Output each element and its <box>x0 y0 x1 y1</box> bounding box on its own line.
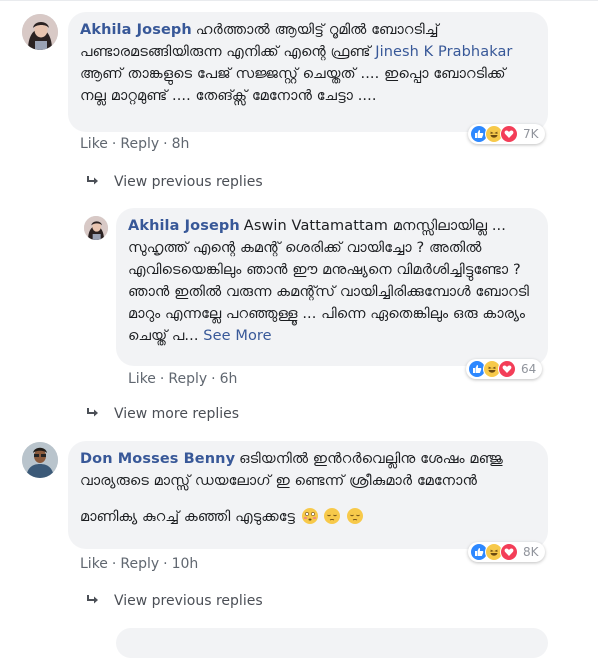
timestamp[interactable]: 10h <box>172 556 199 572</box>
reply-bubble: Akhila Joseph Aswin Vattamattam മനസ്സിലായ… <box>116 208 548 366</box>
view-more-replies[interactable]: View more replies <box>86 406 239 422</box>
comment-author[interactable]: Akhila Joseph <box>80 22 192 38</box>
comment-text: മാണിക്യ കുറച്ച് കഞ്ഞി എടുക്കട്ടേ <box>80 509 296 525</box>
avatar[interactable] <box>22 14 58 50</box>
next-reply-bubble-partial <box>116 628 548 658</box>
see-more-link[interactable]: See More <box>203 328 271 344</box>
view-more-replies-label[interactable]: View more replies <box>114 406 239 422</box>
dot-separator: · <box>111 556 117 572</box>
mention-link[interactable]: Jinesh K Prabhakar <box>375 44 512 60</box>
love-reaction-icon <box>500 125 518 143</box>
dot-separator: · <box>163 556 168 572</box>
comment-actions: Like · Reply · 8h <box>80 136 189 152</box>
avatar[interactable] <box>22 442 58 478</box>
comment-text: ആണ് താങ്കളുടെ പേജ് സജ്ജസ്റ്റ് ചെയ്തത് ..… <box>80 66 506 104</box>
view-previous-replies[interactable]: View previous replies <box>86 174 263 190</box>
avatar[interactable] <box>84 216 108 240</box>
reaction-summary[interactable]: 64 <box>466 359 543 379</box>
love-reaction-icon <box>500 543 518 561</box>
reaction-summary[interactable]: 7K <box>468 124 545 144</box>
reaction-summary[interactable]: 8K <box>468 542 545 562</box>
comment-text: മനസ്സിലായില്ല ... സുഹൃത്ത് എന്റെ കമന്റ് … <box>128 218 529 344</box>
mention-text[interactable]: Aswin Vattamattam <box>244 218 388 234</box>
reaction-count: 7K <box>523 127 539 141</box>
dot-separator: · <box>159 371 165 387</box>
top-divider <box>0 0 598 1</box>
like-link[interactable]: Like <box>128 371 156 387</box>
dot-separator: · <box>163 136 168 152</box>
avatar-photo-icon <box>84 216 108 240</box>
comment-actions: Like · Reply · 6h <box>128 371 237 387</box>
view-previous-replies[interactable]: View previous replies <box>86 593 263 609</box>
comment-bubble: Don Mosses Benny ഒടിയനിൽ ഇൻറർവെല്ലിനു ശേഷ… <box>68 441 548 549</box>
pensive-face-icon <box>347 508 364 524</box>
view-previous-replies-label[interactable]: View previous replies <box>114 593 263 609</box>
like-link[interactable]: Like <box>80 556 108 572</box>
reply-arrow-icon <box>87 408 98 417</box>
timestamp[interactable]: 6h <box>220 371 238 387</box>
reply-link[interactable]: Reply <box>120 556 159 572</box>
reply-arrow-icon <box>87 595 98 604</box>
timestamp[interactable]: 8h <box>172 136 190 152</box>
reply-arrow-icon <box>87 176 98 185</box>
dot-separator: · <box>211 371 216 387</box>
view-previous-replies-label[interactable]: View previous replies <box>114 174 263 190</box>
reaction-count: 8K <box>523 545 539 559</box>
love-reaction-icon <box>498 360 516 378</box>
avatar-photo-icon <box>22 14 58 50</box>
dot-separator: · <box>111 136 117 152</box>
comment-bubble: Akhila Joseph ഹർത്താൽ ആയിട്ട് റൂമിൽ ബോറടി… <box>68 12 548 132</box>
pensive-face-icon <box>324 508 341 524</box>
comment-author[interactable]: Akhila Joseph <box>128 218 240 234</box>
like-link[interactable]: Like <box>80 136 108 152</box>
reply-link[interactable]: Reply <box>168 371 207 387</box>
comment-author[interactable]: Don Mosses Benny <box>80 451 235 467</box>
avatar-photo-icon <box>22 442 58 478</box>
reply-link[interactable]: Reply <box>120 136 159 152</box>
reaction-count: 64 <box>521 362 537 376</box>
flushed-face-icon <box>301 508 318 524</box>
comment-actions: Like · Reply · 10h <box>80 556 198 572</box>
